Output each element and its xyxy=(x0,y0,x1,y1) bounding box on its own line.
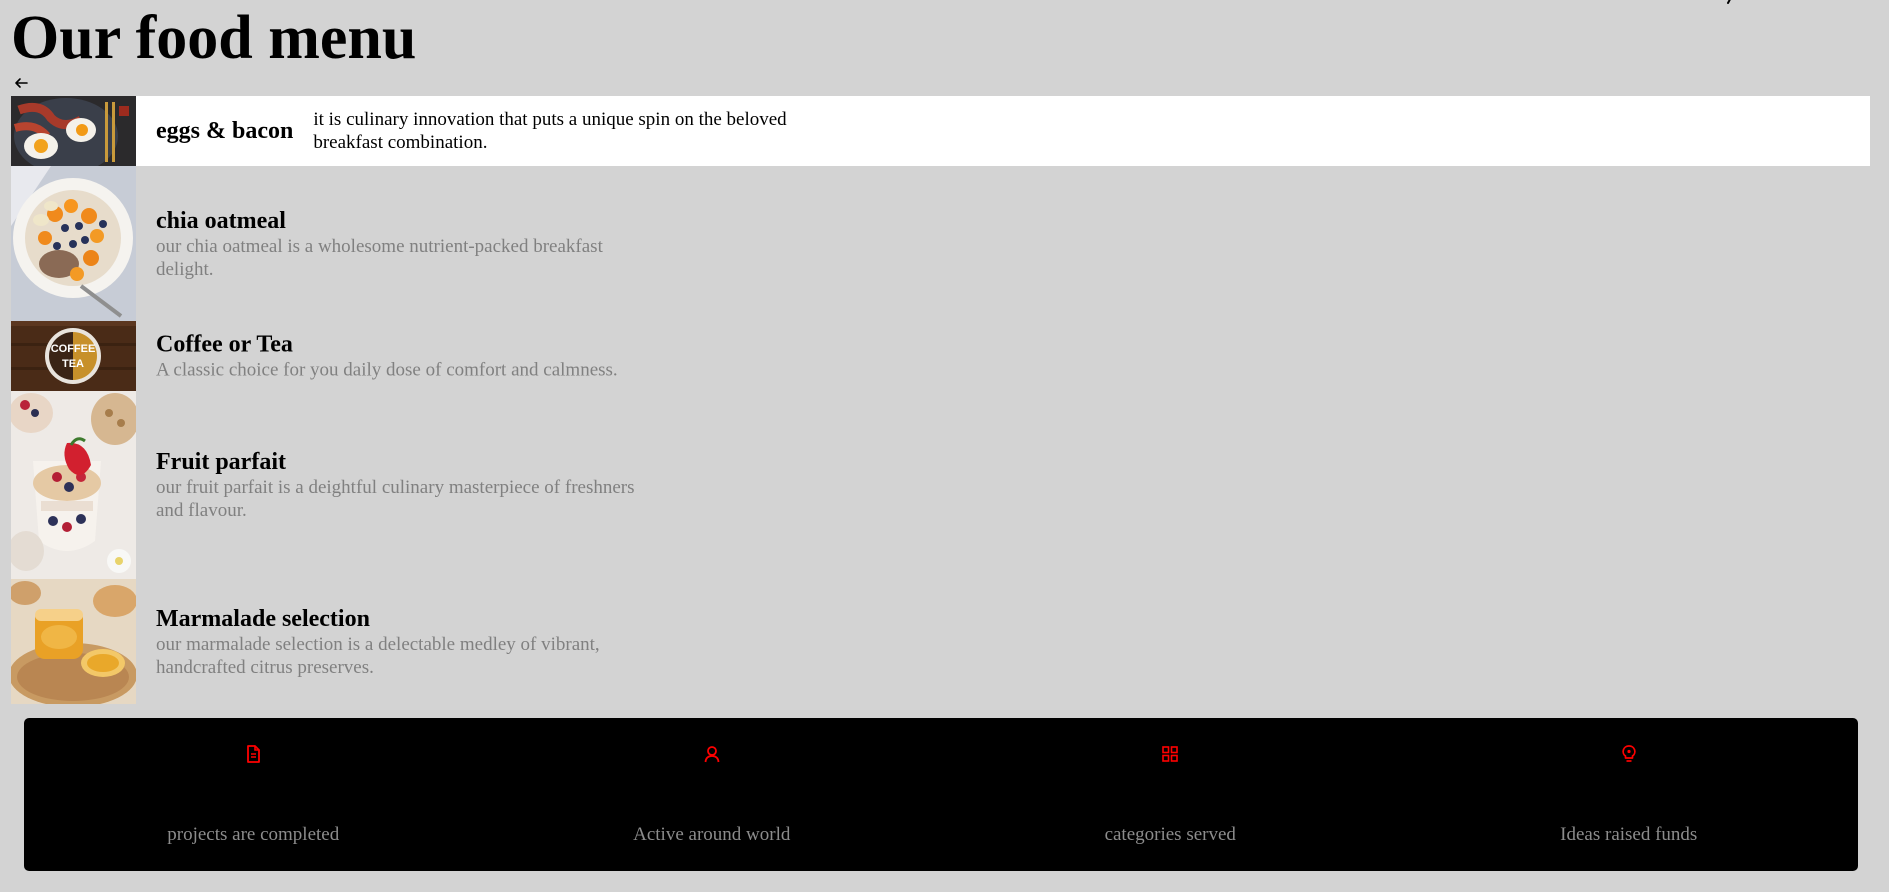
menu-item-chia-oatmeal[interactable]: chia oatmeal our chia oatmeal is a whole… xyxy=(11,166,1870,321)
menu-item-name: eggs & bacon xyxy=(156,118,294,144)
coffee-image-text: COFFEE xyxy=(51,343,96,355)
menu-item-fruit-parfait[interactable]: Fruit parfait our fruit parfait is a dei… xyxy=(11,391,1870,579)
menu-item-description: it is culinary innovation that puts a un… xyxy=(313,109,787,153)
menu-item-coffee-or-tea[interactable]: COFFEE TEA Coffee or Tea A classic choic… xyxy=(11,321,1870,391)
coffee-or-tea-image: COFFEE TEA xyxy=(11,321,136,391)
stat-label: Active around world xyxy=(633,824,791,845)
menu-item-description: our chia oatmeal is a wholesome nutrient… xyxy=(156,235,603,280)
menu-item-text: chia oatmeal our chia oatmeal is a whole… xyxy=(156,207,656,281)
menu-item-name: Fruit parfait xyxy=(156,449,286,475)
food-menu-list: eggs & bacon it is culinary innovation t… xyxy=(11,96,1870,704)
menu-item-text: Coffee or Tea A classic choice for you d… xyxy=(156,331,696,382)
stat-label: categories served xyxy=(1104,824,1236,845)
stat-label: Ideas raised funds xyxy=(1560,824,1698,845)
user-icon xyxy=(704,746,720,763)
partial-chevron-icon xyxy=(1727,0,1731,4)
stat-ideas-raised-funds: Ideas raised funds xyxy=(1400,718,1859,871)
stat-active-around-world: Active around world xyxy=(483,718,942,871)
page-title: Our food menu xyxy=(11,4,417,72)
fruit-parfait-image xyxy=(11,391,136,579)
menu-item-name: Marmalade selection xyxy=(156,605,370,632)
menu-item-description: our fruit parfait is a deightful culinar… xyxy=(156,477,635,521)
menu-item-description: our marmalade selection is a delectable … xyxy=(156,633,600,678)
stats-bar: projects are completed Active around wor… xyxy=(24,718,1858,871)
menu-item-text: eggs & bacon it is culinary innovation t… xyxy=(156,108,813,154)
menu-item-description: A classic choice for you daily dose of c… xyxy=(156,359,618,381)
chia-oatmeal-image xyxy=(11,166,136,321)
stat-projects-completed: projects are completed xyxy=(24,718,483,871)
stat-categories-served: categories served xyxy=(941,718,1400,871)
tea-image-text: TEA xyxy=(62,358,84,370)
document-icon xyxy=(247,745,261,763)
menu-item-text: Marmalade selection our marmalade select… xyxy=(156,605,656,679)
marmalade-selection-image xyxy=(11,579,136,704)
grid-icon xyxy=(1162,746,1179,762)
stat-label: projects are completed xyxy=(167,824,340,845)
eggs-bacon-image xyxy=(11,96,136,166)
menu-item-marmalade-selection[interactable]: Marmalade selection our marmalade select… xyxy=(11,579,1870,704)
menu-item-name: chia oatmeal xyxy=(156,207,286,234)
menu-item-name: Coffee or Tea xyxy=(156,331,293,358)
menu-item-eggs-bacon[interactable]: eggs & bacon it is culinary innovation t… xyxy=(11,96,1870,166)
menu-item-text: Fruit parfait our fruit parfait is a dei… xyxy=(156,448,656,522)
back-arrow-icon[interactable] xyxy=(13,75,29,91)
lightbulb-icon xyxy=(1622,745,1636,762)
